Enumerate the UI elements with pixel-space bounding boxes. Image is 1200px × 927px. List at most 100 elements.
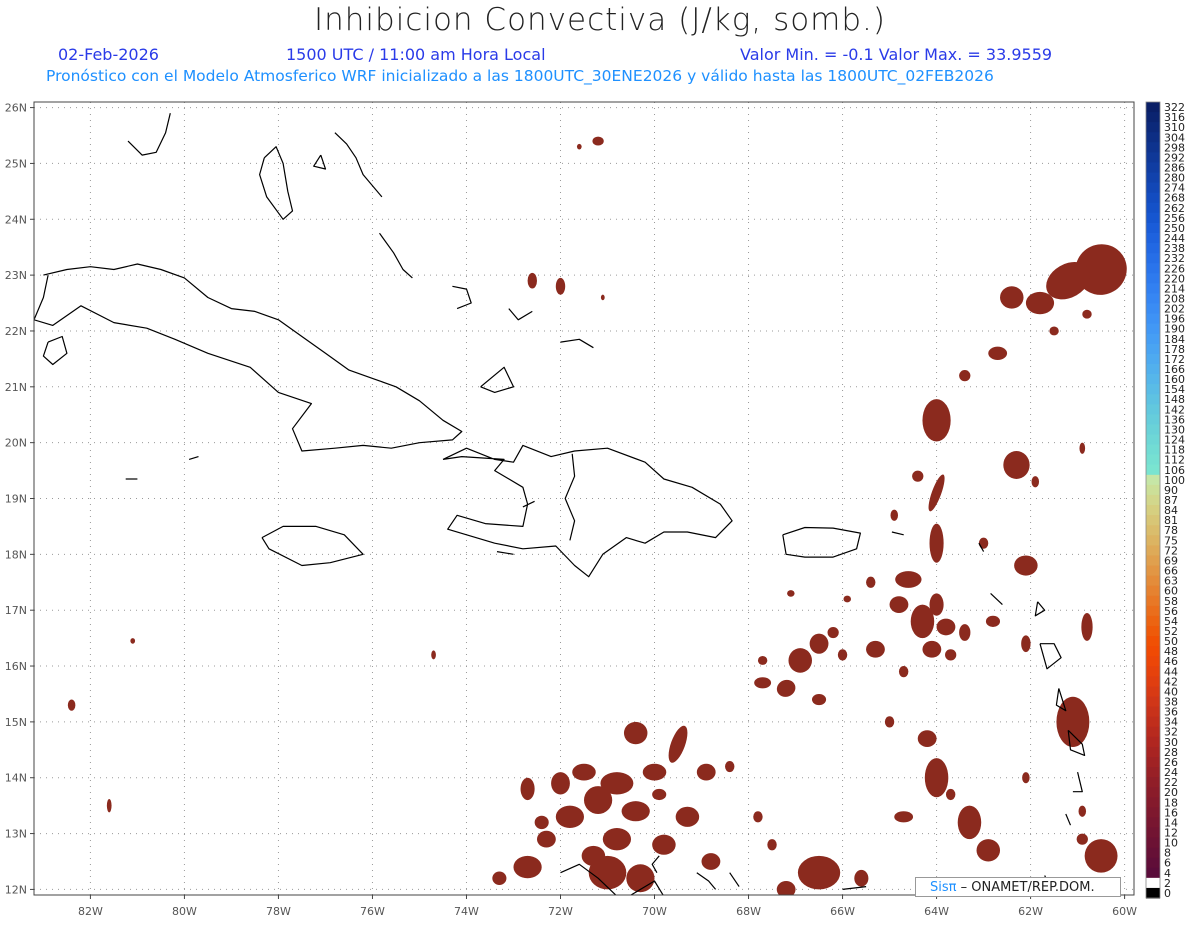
cin-patch (675, 806, 700, 827)
cin-patch (602, 827, 632, 851)
cin-patch (1078, 805, 1087, 817)
cin-patch (788, 648, 812, 673)
colorbar-label: 0 (1164, 887, 1171, 900)
coastline (1039, 643, 1062, 670)
cin-patch (957, 805, 982, 840)
cin-patch (572, 763, 596, 781)
cin-patch (889, 596, 909, 613)
colorbar-swatch (1146, 122, 1160, 133)
cin-patch (701, 853, 721, 870)
colorbar-swatch (1146, 434, 1160, 446)
latitude-axis: 26N 25N 24N 23N 22N 21N 20N 19N 18N 17N 16N 15N 14N 1… (5, 102, 34, 896)
cin-patch (555, 805, 585, 828)
cin-patch (130, 638, 136, 644)
coastline (42, 335, 68, 366)
coastline (496, 551, 514, 555)
cin-patch (621, 801, 650, 822)
colorbar-swatch (1146, 172, 1160, 184)
coastline (452, 285, 472, 310)
cin-patch (534, 815, 549, 830)
colorbar-swatch (1146, 142, 1160, 153)
coastline (729, 872, 740, 887)
cin-patch (976, 839, 1001, 862)
cin-patch (1081, 612, 1093, 641)
cin-patch (866, 576, 876, 588)
cin-patch (626, 864, 655, 893)
cin-patch (811, 693, 827, 706)
cin-patch (754, 677, 772, 689)
colorbar-swatch (1146, 545, 1160, 557)
lat-tick-label: 15N (5, 716, 27, 729)
lat-tick-label: 12N (5, 883, 27, 896)
colorbar-swatch (1146, 474, 1160, 486)
cin-patch (1003, 451, 1030, 479)
colorbar-swatch (1146, 323, 1160, 335)
colorbar-swatch (1146, 615, 1160, 627)
cin-patch (929, 523, 944, 563)
colorbar-swatch (1146, 313, 1160, 325)
lat-tick-label: 18N (5, 548, 27, 561)
colorbar-swatch (1146, 505, 1160, 516)
colorbar-swatch (1146, 787, 1160, 798)
colorbar-swatch (1146, 162, 1160, 174)
colorbar-swatch (1146, 303, 1160, 315)
cin-patch (837, 649, 848, 661)
lat-tick-label: 23N (5, 269, 27, 282)
colorbar-swatch (1146, 867, 1160, 879)
colorbar-swatch (1146, 646, 1160, 657)
coastline (696, 872, 717, 890)
cin-patch (959, 370, 971, 382)
lon-tick-label: 64W (924, 905, 949, 918)
coastline (522, 500, 535, 508)
cin-patch (959, 624, 971, 641)
coastline (334, 132, 383, 198)
coastline (261, 525, 364, 567)
colorbar-swatch (1146, 374, 1160, 385)
coastline (313, 154, 327, 170)
colorbar-swatch (1146, 102, 1160, 113)
cin-patch (1031, 476, 1040, 488)
cin-patch (988, 346, 1008, 361)
lon-tick-label: 82W (78, 905, 103, 918)
coastline (651, 855, 660, 873)
colorbar-swatch (1146, 756, 1160, 768)
cin-patch (936, 618, 956, 636)
colorbar-swatch (1146, 202, 1160, 214)
colorbar-swatch (1146, 424, 1160, 436)
cin-patch (922, 640, 942, 658)
cin-patch (757, 655, 768, 665)
lon-tick-label: 80W (172, 905, 197, 918)
colorbar-swatch (1146, 666, 1160, 677)
colorbar-swatch (1146, 132, 1160, 143)
cin-patch (652, 834, 676, 855)
colorbar-swatch (1146, 555, 1160, 567)
lat-tick-label: 13N (5, 828, 27, 841)
colorbar-swatch (1146, 404, 1160, 415)
colorbar-swatch (1146, 706, 1160, 718)
cin-patch (827, 626, 839, 639)
coastline (782, 526, 862, 558)
lat-tick-label: 17N (5, 604, 27, 617)
cin-patch (924, 758, 949, 798)
colorbar-swatch (1146, 857, 1160, 869)
cin-patch (1022, 772, 1030, 784)
cin-patch (797, 855, 841, 890)
cin-patch (1025, 291, 1055, 315)
lat-tick-label: 20N (5, 437, 27, 450)
colorbar-swatch (1146, 525, 1160, 536)
coastline (442, 444, 733, 578)
colorbar-swatch (1146, 384, 1160, 395)
cin-patch (1079, 442, 1086, 454)
colorbar-swatch (1146, 152, 1160, 164)
colorbar-swatch (1146, 797, 1160, 808)
colorbar-swatch (1146, 777, 1160, 788)
cin-patch (623, 721, 648, 745)
colorbar-swatch (1146, 827, 1160, 839)
colorbar-swatch (1146, 333, 1160, 345)
cin-patch (1082, 309, 1092, 319)
cin-patch (492, 871, 507, 885)
lon-tick-label: 68W (736, 905, 761, 918)
cin-patch (725, 760, 735, 773)
colorbar-swatch (1146, 454, 1160, 466)
lat-tick-label: 19N (5, 493, 27, 506)
